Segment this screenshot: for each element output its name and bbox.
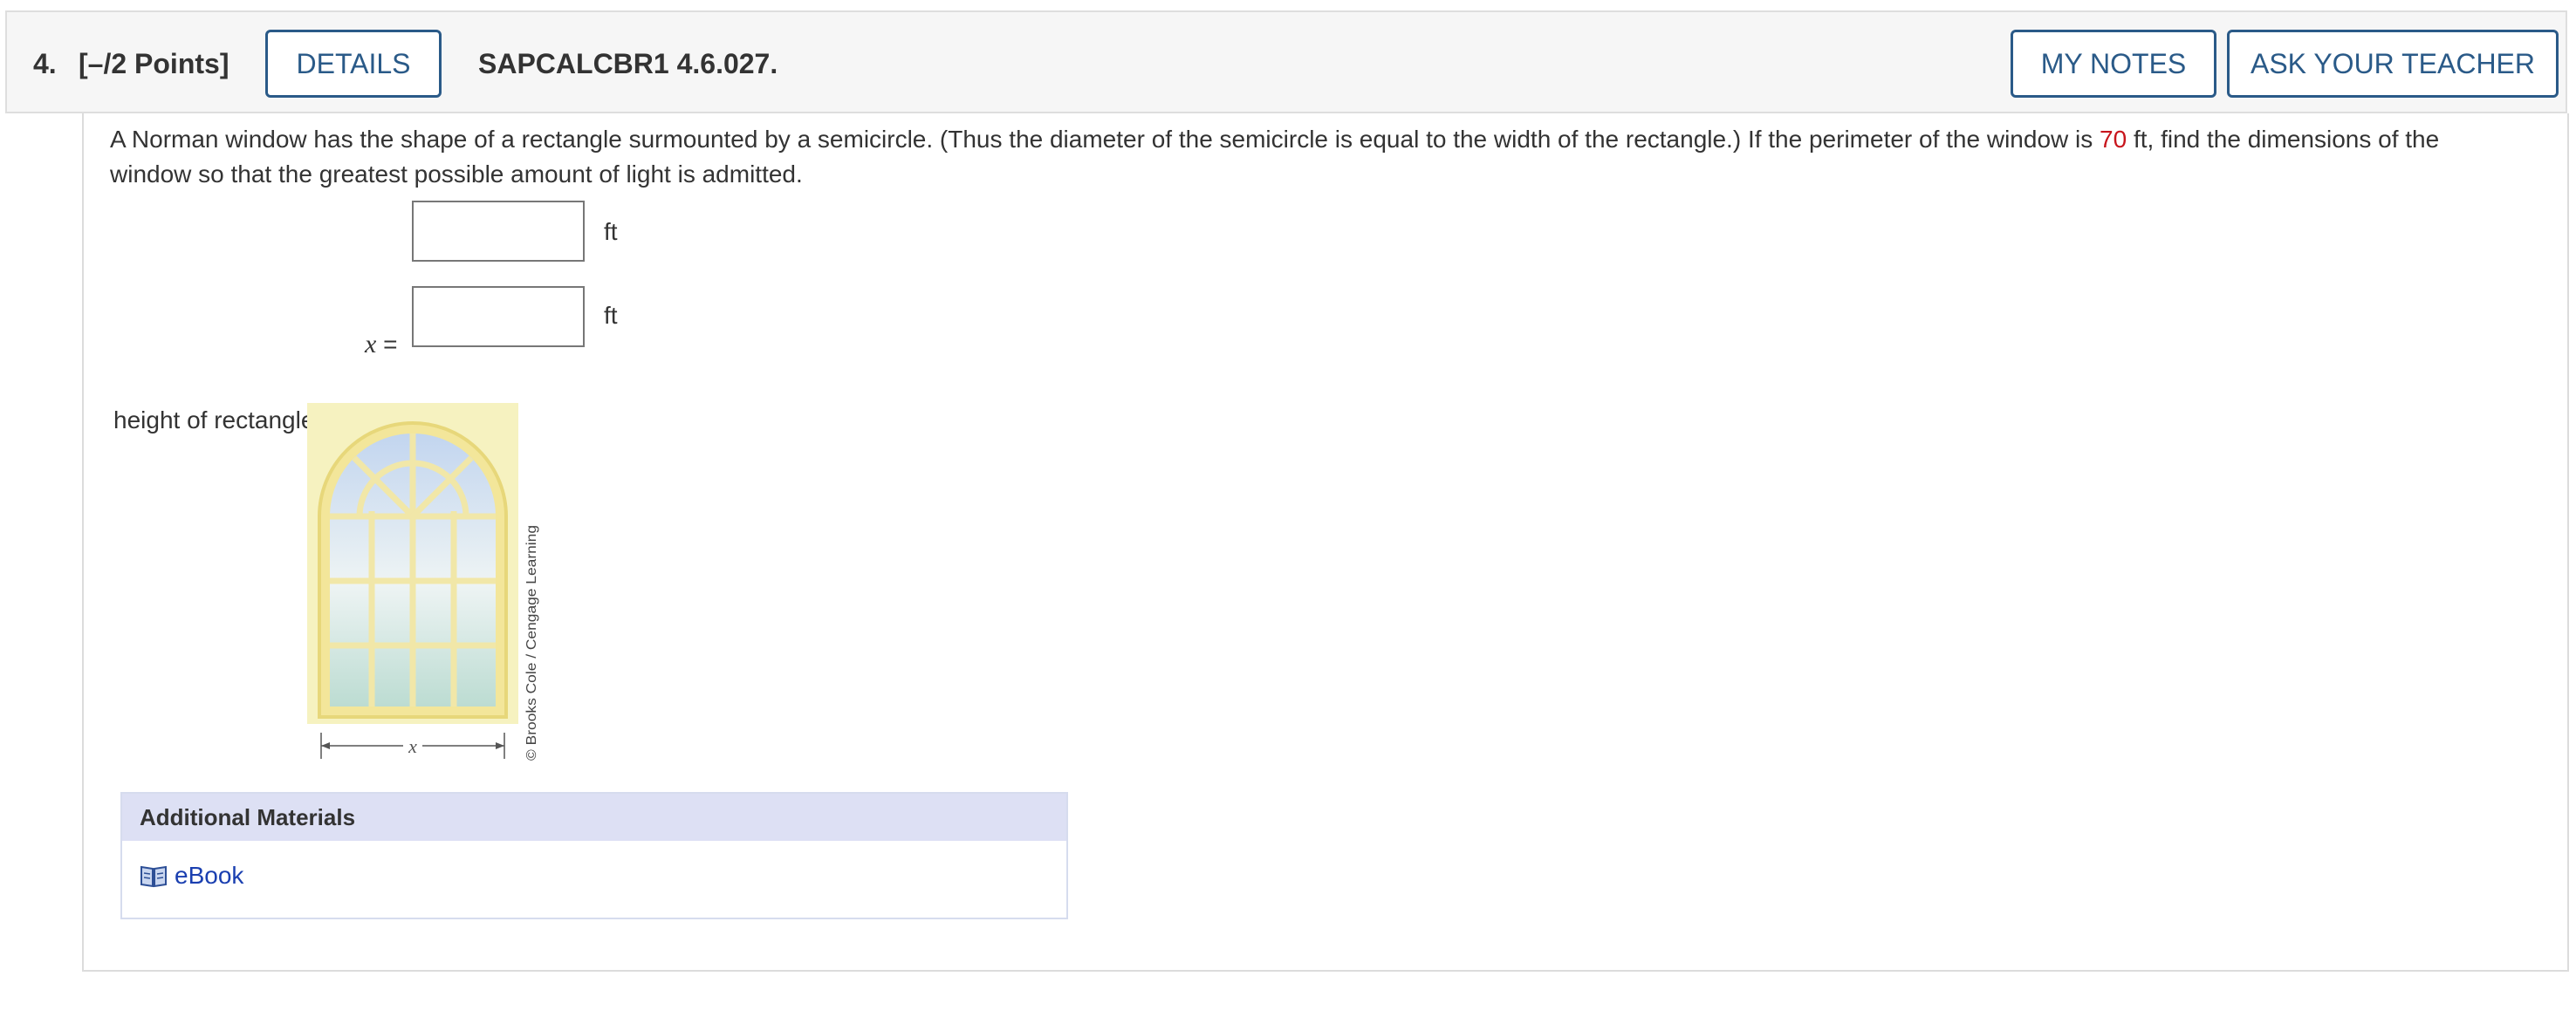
- height-label: height of rectangle: [113, 406, 315, 433]
- ask-teacher-button[interactable]: ASK YOUR TEACHER: [2227, 30, 2559, 98]
- perimeter-value: 70: [2100, 126, 2127, 153]
- question-points: [–/2 Points]: [79, 48, 230, 79]
- ebook-row[interactable]: eBook: [140, 862, 243, 890]
- book-icon: [140, 865, 167, 888]
- x-equals: =: [376, 331, 398, 358]
- problem-text: A Norman window has the shape of a recta…: [110, 122, 2501, 192]
- problem-text-before: A Norman window has the shape of a recta…: [110, 126, 2100, 153]
- x-variable: x: [365, 330, 377, 358]
- additional-materials-title: Additional Materials: [122, 794, 1066, 841]
- norman-window-figure: x © Brooks Cole / Cengage Learning: [307, 403, 539, 761]
- my-notes-button[interactable]: MY NOTES: [2011, 30, 2216, 98]
- question-header: 4. [–/2 Points] DETAILS SAPCALCBR1 4.6.0…: [5, 10, 2567, 113]
- details-button[interactable]: DETAILS: [265, 30, 442, 98]
- x-answer-input[interactable]: [412, 201, 585, 262]
- height-unit: ft: [604, 302, 618, 329]
- question-code: SAPCALCBR1 4.6.027.: [478, 48, 778, 79]
- image-credit: © Brooks Cole / Cengage Learning: [524, 525, 539, 761]
- question-number: 4.: [33, 48, 57, 79]
- x-unit: ft: [604, 218, 618, 245]
- dimension-arrow-right: [496, 742, 504, 749]
- additional-materials-panel: Additional Materials eBook: [120, 792, 1068, 919]
- ebook-link[interactable]: eBook: [175, 862, 243, 890]
- height-answer-input[interactable]: [412, 286, 585, 347]
- question-body: A Norman window has the shape of a recta…: [82, 113, 2569, 972]
- dimension-arrow-left: [321, 742, 330, 749]
- x-label: x =: [365, 330, 397, 359]
- dimension-label: x: [408, 735, 417, 757]
